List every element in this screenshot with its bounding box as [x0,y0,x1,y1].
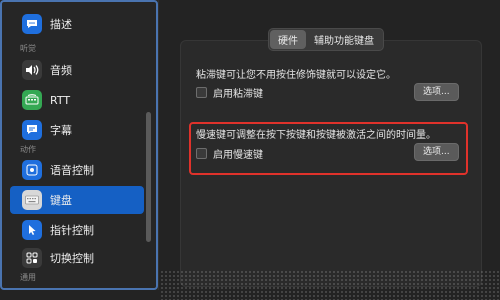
sticky-keys-checkbox[interactable] [196,87,207,98]
speech-bubble-icon [22,14,42,34]
sidebar-item-label: 字幕 [50,124,72,137]
slow-keys-highlight-box [189,122,468,175]
sidebar-item-audio[interactable]: 音频 [10,56,144,84]
sticky-keys-options-button[interactable]: 选项... [414,83,459,101]
section-label-motor: 动作 [20,145,36,154]
speaker-icon [22,60,42,80]
sticky-keys-checkbox-label[interactable]: 启用粘滞键 [213,85,263,100]
tab-accessibility-keyboard[interactable]: 辅助功能键盘 [306,30,382,49]
sidebar-scrollbar[interactable] [146,112,151,242]
sidebar-item-label: 描述 [50,18,72,31]
captions-icon [22,120,42,140]
sidebar-item-voice-control[interactable]: 语音控制 [10,156,144,184]
sticky-keys-description: 粘滞键可让您不用按住修饰键就可以设定它。 [196,70,396,81]
sidebar-item-label: 音频 [50,64,72,77]
tab-hardware[interactable]: 硬件 [270,30,306,49]
sidebar-item-switch-control[interactable]: 切换控制 [10,244,144,272]
sidebar-item-descriptions[interactable]: 描述 [10,10,144,38]
rtt-phone-icon [22,90,42,110]
sticky-keys-checkbox-row[interactable]: 启用粘滞键 [196,85,263,100]
section-label-general: 通用 [20,273,36,282]
sidebar-item-label: 切换控制 [50,252,94,265]
sidebar: 描述 听觉 音频 RTT 字幕 动作 语音控制 键盘 指针控制 切换控制 通用 [0,0,159,290]
pointer-control-icon [22,220,42,240]
tab-bar: 硬件 辅助功能键盘 [268,28,384,51]
voice-control-icon [22,160,42,180]
sidebar-item-keyboard[interactable]: 键盘 [10,186,144,214]
accessibility-window: 描述 听觉 音频 RTT 字幕 动作 语音控制 键盘 指针控制 切换控制 通用 … [0,0,500,300]
sidebar-item-captions[interactable]: 字幕 [10,116,144,144]
section-label-hearing: 听觉 [20,44,36,53]
sidebar-item-rtt[interactable]: RTT [10,86,144,114]
keyboard-icon [22,190,42,210]
sidebar-item-label: 指针控制 [50,224,94,237]
switch-control-icon [22,248,42,268]
dither-overlay [160,270,500,300]
sidebar-item-label: 语音控制 [50,164,94,177]
sidebar-item-label: 键盘 [50,194,72,207]
sidebar-item-pointer-control[interactable]: 指针控制 [10,216,144,244]
sidebar-item-label: RTT [50,93,71,107]
